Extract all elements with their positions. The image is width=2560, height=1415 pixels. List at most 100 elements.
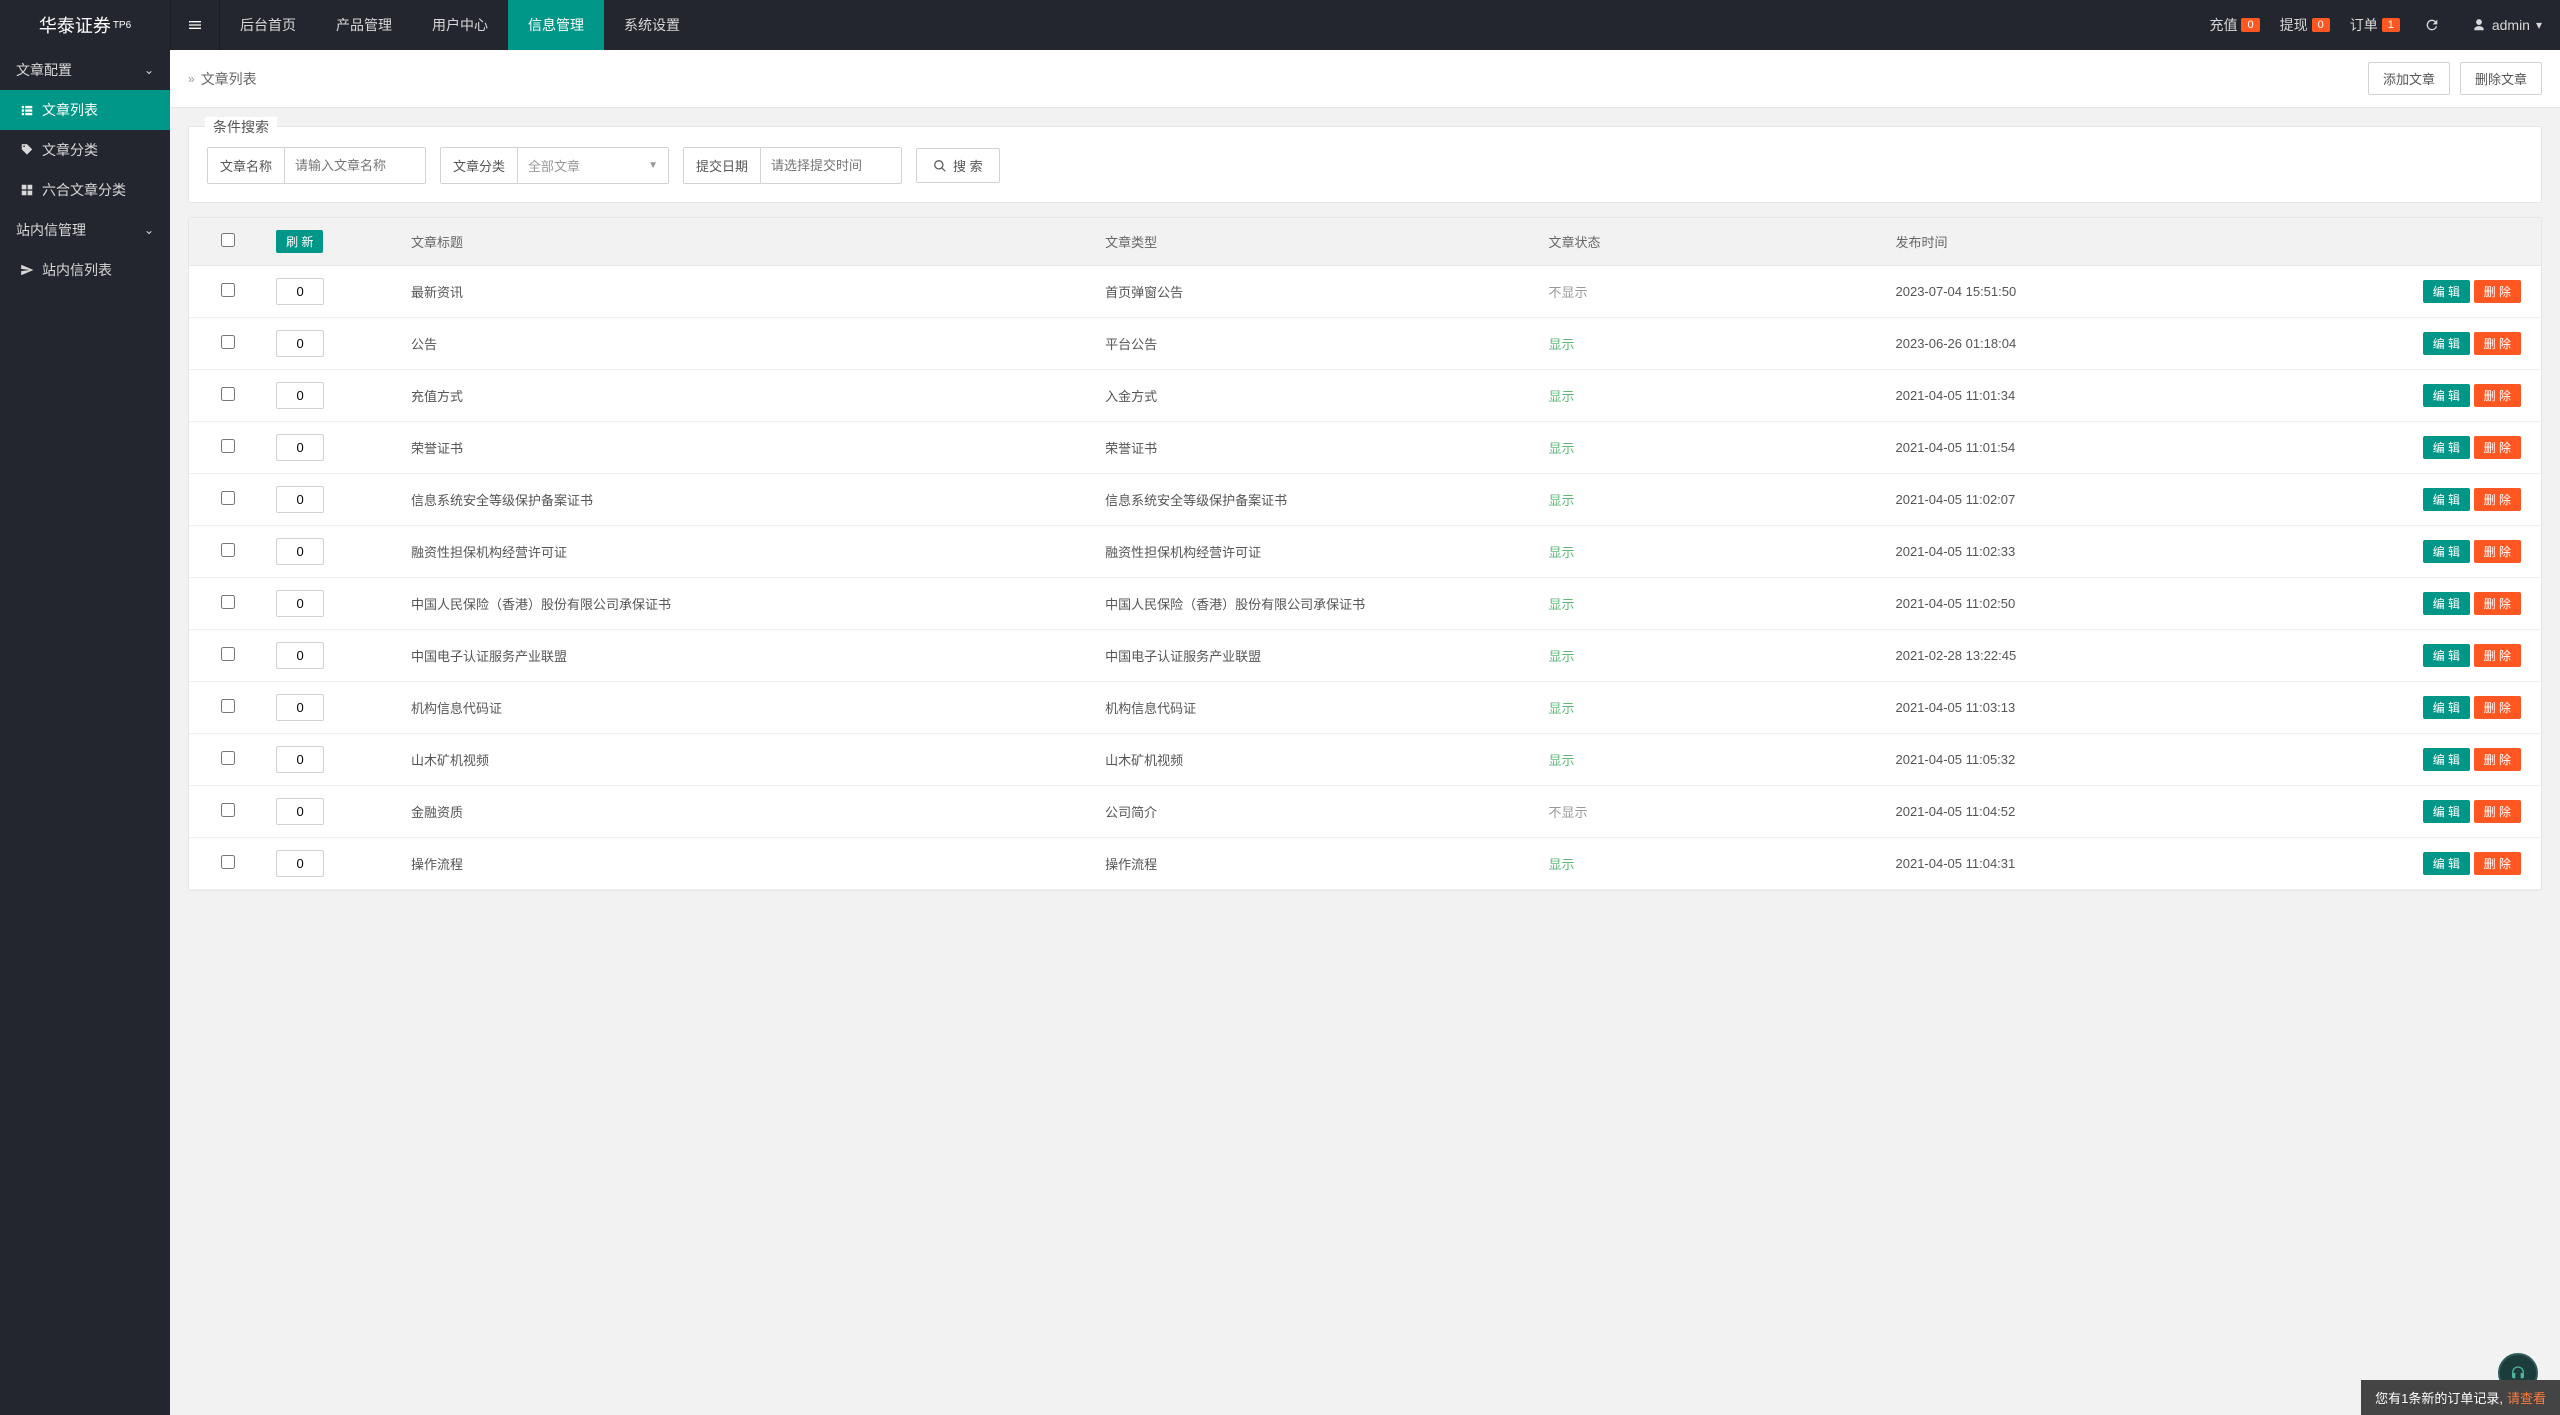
orders-button[interactable]: 订单 1: [2340, 15, 2410, 35]
cell-type: 首页弹窗公告: [1095, 266, 1538, 318]
select-all-checkbox[interactable]: [221, 233, 235, 247]
sidebar-item-liuhe-category[interactable]: 六合文章分类: [0, 170, 170, 210]
search-row: 文章名称 文章分类 全部文章 ▼ 提交日期 搜 索: [207, 147, 2523, 184]
send-icon: [20, 263, 34, 277]
field-article-category: 文章分类 全部文章 ▼: [440, 147, 669, 184]
breadcrumb-title: 文章列表: [201, 69, 257, 89]
sort-input[interactable]: [276, 850, 324, 877]
submit-date-input[interactable]: [761, 148, 901, 183]
search-button[interactable]: 搜 索: [916, 148, 1000, 183]
row-checkbox[interactable]: [221, 699, 235, 713]
article-category-select[interactable]: 全部文章 ▼: [518, 148, 668, 183]
sidebar-group-messages[interactable]: 站内信管理 ⌄: [0, 210, 170, 250]
sidebar-item-label: 文章列表: [42, 100, 98, 120]
table-row: 最新资讯首页弹窗公告不显示2023-07-04 15:51:50编 辑 删 除: [189, 266, 2541, 318]
search-panel-legend: 条件搜索: [205, 117, 277, 137]
sort-input[interactable]: [276, 330, 324, 357]
edit-button[interactable]: 编 辑: [2423, 748, 2470, 771]
row-checkbox[interactable]: [221, 283, 235, 297]
topnav-item-4[interactable]: 系统设置: [604, 0, 700, 50]
row-checkbox[interactable]: [221, 855, 235, 869]
delete-button[interactable]: 删 除: [2474, 436, 2521, 459]
menu-toggle-button[interactable]: [170, 0, 220, 50]
edit-button[interactable]: 编 辑: [2423, 488, 2470, 511]
search-icon: [933, 159, 947, 173]
row-checkbox[interactable]: [221, 647, 235, 661]
topnav-item-2[interactable]: 用户中心: [412, 0, 508, 50]
delete-button[interactable]: 删 除: [2474, 384, 2521, 407]
sort-input[interactable]: [276, 798, 324, 825]
topnav-item-3[interactable]: 信息管理: [508, 0, 604, 50]
headset-icon: [2510, 1365, 2526, 1381]
delete-button[interactable]: 删 除: [2474, 540, 2521, 563]
delete-button[interactable]: 删 除: [2474, 748, 2521, 771]
user-menu-button[interactable]: admin ▾: [2454, 0, 2560, 50]
row-checkbox[interactable]: [221, 335, 235, 349]
edit-button[interactable]: 编 辑: [2423, 436, 2470, 459]
notification-link[interactable]: 请查看: [2507, 1388, 2546, 1407]
list-icon: [20, 103, 34, 117]
cell-type: 平台公告: [1095, 318, 1538, 370]
table-row: 金融资质公司简介不显示2021-04-05 11:04:52编 辑 删 除: [189, 786, 2541, 838]
delete-button[interactable]: 删 除: [2474, 696, 2521, 719]
delete-button[interactable]: 删 除: [2474, 592, 2521, 615]
delete-button[interactable]: 删 除: [2474, 644, 2521, 667]
edit-button[interactable]: 编 辑: [2423, 540, 2470, 563]
recharge-button[interactable]: 充值 0: [2199, 15, 2269, 35]
delete-button[interactable]: 删 除: [2474, 332, 2521, 355]
topnav-item-1[interactable]: 产品管理: [316, 0, 412, 50]
sort-input[interactable]: [276, 590, 324, 617]
sort-input[interactable]: [276, 278, 324, 305]
sort-input[interactable]: [276, 486, 324, 513]
row-checkbox[interactable]: [221, 439, 235, 453]
topnav-item-0[interactable]: 后台首页: [220, 0, 316, 50]
edit-button[interactable]: 编 辑: [2423, 280, 2470, 303]
row-checkbox[interactable]: [221, 803, 235, 817]
table-row: 融资性担保机构经营许可证融资性担保机构经营许可证显示2021-04-05 11:…: [189, 526, 2541, 578]
table-row: 信息系统安全等级保护备案证书信息系统安全等级保护备案证书显示2021-04-05…: [189, 474, 2541, 526]
content: 条件搜索 文章名称 文章分类 全部文章 ▼ 提交日期: [170, 108, 2560, 909]
edit-button[interactable]: 编 辑: [2423, 800, 2470, 823]
cell-status: 不显示: [1548, 805, 1587, 820]
edit-button[interactable]: 编 辑: [2423, 696, 2470, 719]
sort-input[interactable]: [276, 538, 324, 565]
row-checkbox[interactable]: [221, 387, 235, 401]
sidebar-item-label: 六合文章分类: [42, 180, 126, 200]
refresh-button[interactable]: [2410, 0, 2454, 50]
article-name-input[interactable]: [285, 148, 425, 183]
sidebar-group-label: 站内信管理: [16, 220, 86, 240]
sort-input[interactable]: [276, 694, 324, 721]
row-checkbox[interactable]: [221, 595, 235, 609]
row-checkbox[interactable]: [221, 491, 235, 505]
user-icon: [2472, 18, 2486, 32]
edit-button[interactable]: 编 辑: [2423, 852, 2470, 875]
sidebar-item-article-list[interactable]: 文章列表: [0, 90, 170, 130]
row-checkbox[interactable]: [221, 543, 235, 557]
sidebar-group-articles[interactable]: 文章配置 ⌄: [0, 50, 170, 90]
delete-button[interactable]: 删 除: [2474, 280, 2521, 303]
delete-article-button[interactable]: 删除文章: [2460, 62, 2542, 95]
cell-type: 机构信息代码证: [1095, 682, 1538, 734]
edit-button[interactable]: 编 辑: [2423, 332, 2470, 355]
delete-button[interactable]: 删 除: [2474, 488, 2521, 511]
refresh-sort-button[interactable]: 刷 新: [276, 230, 323, 253]
sort-input[interactable]: [276, 746, 324, 773]
delete-button[interactable]: 删 除: [2474, 852, 2521, 875]
sort-input[interactable]: [276, 382, 324, 409]
sort-input[interactable]: [276, 434, 324, 461]
delete-button[interactable]: 删 除: [2474, 800, 2521, 823]
th-title: 文章标题: [401, 218, 1095, 266]
field-label: 提交日期: [684, 148, 761, 183]
row-checkbox[interactable]: [221, 751, 235, 765]
cell-time: 2021-04-05 11:02:07: [1886, 474, 2252, 526]
withdraw-button[interactable]: 提现 0: [2270, 15, 2340, 35]
chevron-down-icon: ▾: [2536, 18, 2542, 32]
edit-button[interactable]: 编 辑: [2423, 644, 2470, 667]
sidebar-item-article-category[interactable]: 文章分类: [0, 130, 170, 170]
edit-button[interactable]: 编 辑: [2423, 592, 2470, 615]
sort-input[interactable]: [276, 642, 324, 669]
edit-button[interactable]: 编 辑: [2423, 384, 2470, 407]
cell-title: 中国电子认证服务产业联盟: [401, 630, 1095, 682]
sidebar-item-message-list[interactable]: 站内信列表: [0, 250, 170, 290]
add-article-button[interactable]: 添加文章: [2368, 62, 2450, 95]
